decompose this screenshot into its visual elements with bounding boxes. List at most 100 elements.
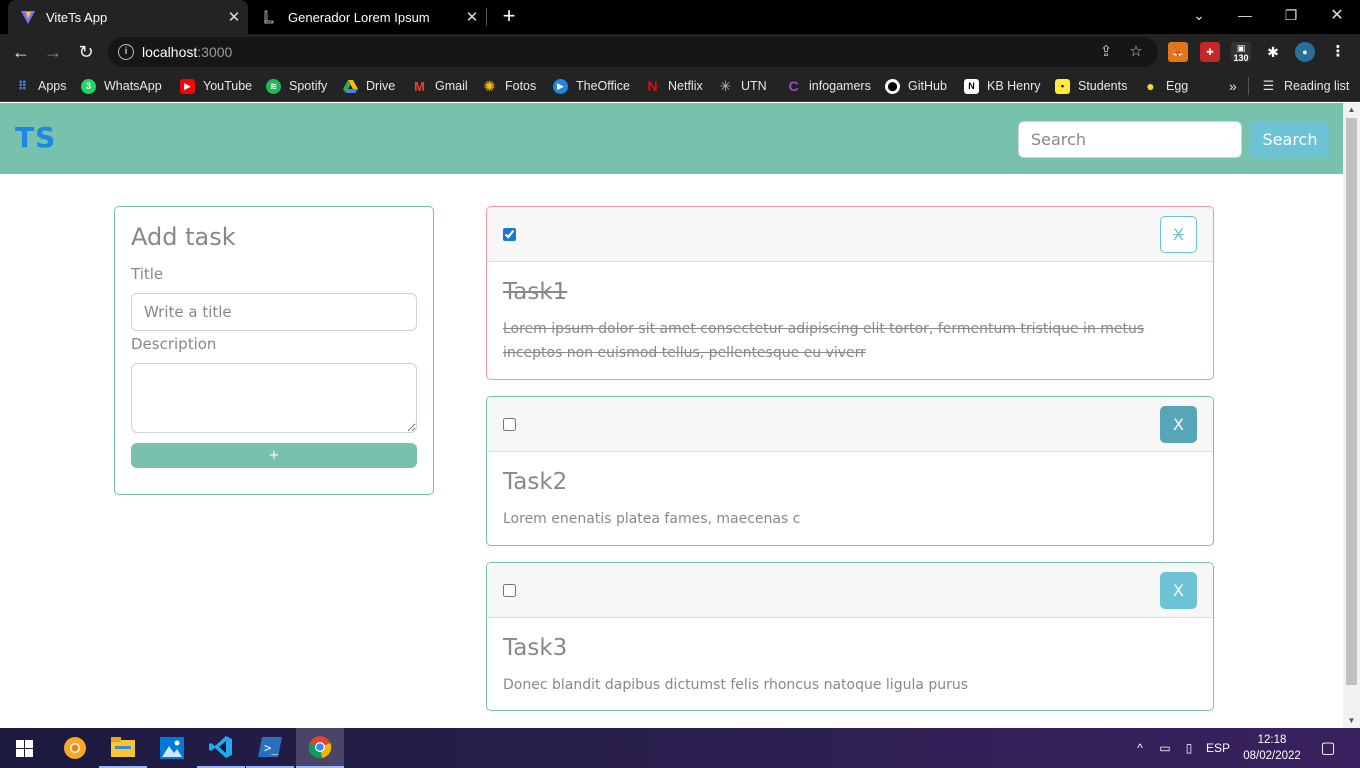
bookmarks-overflow-icon[interactable]: »	[1229, 77, 1237, 95]
bookmark-students[interactable]: ▪ Students	[1055, 77, 1127, 95]
bookmark-label: Egg	[1166, 79, 1189, 93]
description-textarea[interactable]	[131, 363, 417, 433]
reading-list-icon: ☰	[1262, 78, 1275, 93]
powershell-icon[interactable]: >_	[246, 728, 294, 768]
close-tab-icon[interactable]: ✕	[458, 8, 486, 26]
system-clock[interactable]: 12:18 08/02/2022	[1236, 732, 1308, 764]
file-explorer-icon[interactable]	[99, 728, 147, 768]
bookmark-label: Drive	[366, 79, 396, 93]
bookmarks-bar: ⠿ Apps 3 WhatsApp ▶ YouTube ≋ Spotify Drive …	[0, 70, 1360, 102]
bookmark-whatsapp[interactable]: 3 WhatsApp	[81, 77, 162, 95]
bookmark-youtube[interactable]: ▶ YouTube	[180, 77, 252, 95]
scrollbar-thumb[interactable]	[1346, 118, 1357, 685]
bookmark-label: YouTube	[203, 79, 253, 93]
bookmark-github[interactable]: ⬤ GitHub	[885, 77, 947, 95]
tab-title: Generador Lorem Ipsum	[288, 9, 430, 25]
search-button[interactable]: Search	[1250, 121, 1330, 158]
task-description: Donec blandit dapibus dictumst felis rho…	[503, 677, 969, 693]
photos-app-icon[interactable]	[148, 728, 196, 768]
task-title: Task1	[503, 279, 568, 305]
site-info-icon[interactable]: i	[118, 44, 134, 60]
bookmark-label: Apps	[38, 79, 67, 93]
title-label: Title	[131, 265, 164, 283]
language-indicator[interactable]: ESP	[1202, 728, 1234, 768]
scroll-up-icon[interactable]: ▲	[1343, 103, 1360, 117]
reading-list-label: Reading list	[1284, 79, 1350, 93]
gmail-icon: M	[414, 78, 425, 94]
bookmark-fotos[interactable]: ✺ Fotos	[482, 77, 537, 95]
share-icon[interactable]: ⇪	[1096, 42, 1116, 62]
lorem-favicon-icon	[262, 9, 278, 25]
page-viewport: TS Search Add task Title Description + X…	[0, 103, 1343, 728]
bookmark-label: Netflix	[668, 79, 703, 93]
chrome-canary-icon[interactable]	[51, 728, 99, 768]
bookmark-theoffice[interactable]: ▶ TheOffice	[553, 77, 630, 95]
add-task-form: Add task Title Description +	[114, 206, 434, 495]
utn-icon: ✳	[719, 77, 732, 94]
delete-task-button[interactable]: X	[1160, 406, 1197, 443]
battery-icon[interactable]: ▯	[1178, 728, 1200, 768]
new-tab-icon[interactable]: +	[496, 4, 522, 30]
chrome-taskbar-icon[interactable]	[296, 728, 344, 768]
bookmark-kb-henry[interactable]: N KB Henry	[964, 77, 1041, 95]
task-card: X Task3 Donec blandit dapibus dictumst f…	[486, 562, 1214, 711]
bookmark-apps[interactable]: ⠿ Apps	[15, 77, 67, 95]
omnibox[interactable]: i localhost:3000 ⇪ ☆	[108, 37, 1158, 67]
windows-start-icon[interactable]	[0, 728, 48, 768]
infogamers-icon: C	[788, 78, 799, 94]
bookmark-label: UTN	[741, 79, 767, 93]
restore-icon[interactable]: ❐	[1268, 0, 1314, 30]
delete-task-button[interactable]: X	[1160, 572, 1197, 609]
minimize-icon[interactable]: —	[1222, 0, 1268, 30]
add-task-button[interactable]: +	[131, 443, 417, 468]
url-text[interactable]: localhost:3000	[142, 44, 232, 60]
extensions-puzzle-icon[interactable]: ✱	[1263, 42, 1283, 62]
drive-icon	[343, 79, 358, 94]
close-tab-icon[interactable]: ✕	[220, 8, 248, 26]
menu-kebab-icon[interactable]: ⋮	[1328, 42, 1348, 62]
reload-icon[interactable]: ↻	[73, 39, 99, 65]
metamask-extension-icon[interactable]: 🦊	[1168, 42, 1188, 62]
bookmark-label: Fotos	[505, 79, 537, 93]
scroll-down-icon[interactable]: ▼	[1343, 714, 1360, 728]
tab-search-icon[interactable]: ⌄	[1176, 0, 1222, 30]
url-host: localhost	[142, 44, 198, 60]
tray-overflow-icon[interactable]: ^	[1130, 728, 1150, 768]
task-done-checkbox[interactable]	[503, 228, 516, 241]
bookmark-drive[interactable]: Drive	[343, 77, 395, 95]
task-title: Task2	[503, 469, 568, 495]
extension-icon[interactable]: ✚	[1200, 42, 1220, 62]
close-window-icon[interactable]: ✕	[1314, 0, 1360, 30]
bookmark-star-icon[interactable]: ☆	[1126, 42, 1146, 62]
bookmark-spotify[interactable]: ≋ Spotify	[266, 77, 327, 95]
youtube-icon: ▶	[180, 78, 195, 94]
search-input[interactable]	[1018, 121, 1242, 158]
form-heading: Add task	[131, 223, 236, 251]
profile-avatar[interactable]: ●	[1295, 42, 1315, 62]
bookmark-utn[interactable]: ✳ UTN	[718, 77, 767, 95]
tab-title: ViteTs App	[46, 9, 108, 25]
task-done-checkbox[interactable]	[503, 418, 516, 431]
tab-generador-lorem-ipsum[interactable]: Generador Lorem Ipsum ✕	[250, 0, 486, 34]
bookmark-infogamers[interactable]: Cinfogamers	[786, 77, 870, 95]
task-card-header: X	[487, 563, 1213, 618]
extension-counter-icon[interactable]: ▣ 130	[1231, 42, 1251, 63]
apps-grid-icon: ⠿	[17, 79, 28, 93]
forward-arrow-icon[interactable]: →	[40, 39, 66, 65]
reading-list-button[interactable]: ☰ Reading list	[1248, 77, 1349, 95]
notifications-icon[interactable]: ▢	[1316, 728, 1340, 768]
network-icon[interactable]: ▭	[1154, 728, 1176, 768]
delete-task-button[interactable]: X	[1160, 216, 1197, 253]
title-input[interactable]	[131, 293, 417, 331]
vscode-icon[interactable]	[197, 728, 245, 768]
bookmark-egg[interactable]: ● Egg	[1143, 77, 1188, 95]
bookmark-gmail[interactable]: M Gmail	[412, 77, 468, 95]
task-done-checkbox[interactable]	[503, 584, 516, 597]
bookmark-netflix[interactable]: N Netflix	[645, 77, 703, 95]
tab-vitets-app[interactable]: ViteTs App ✕	[8, 0, 248, 34]
task-card: X Task2 Lorem enenatis platea fames, mae…	[486, 396, 1214, 546]
vertical-scrollbar[interactable]: ▲ ▼	[1343, 103, 1360, 728]
back-arrow-icon[interactable]: ←	[8, 39, 34, 65]
whatsapp-icon: 3	[81, 78, 96, 94]
brand-logo[interactable]: TS	[15, 121, 56, 154]
